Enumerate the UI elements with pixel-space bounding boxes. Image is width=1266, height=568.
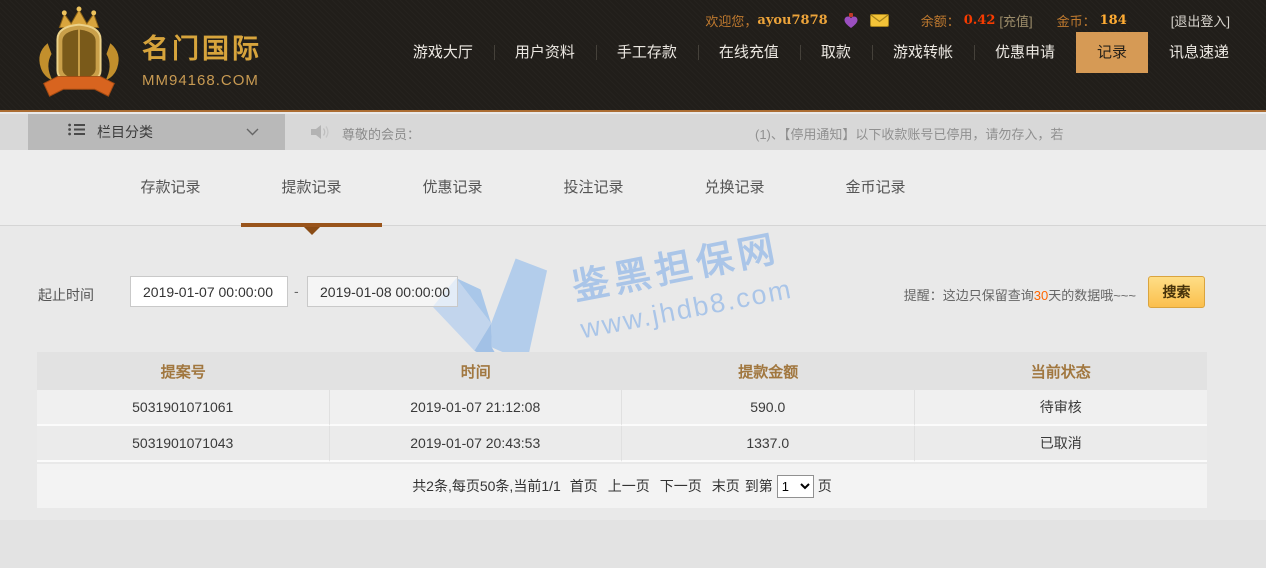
greeting-text: 尊敬的会员： <box>342 124 420 143</box>
table-cell: 待审核 <box>915 390 1208 426</box>
notice-bar: 栏目分类 尊敬的会员： (1)、【停用通知】以下收款账号已停用，请勿存入，若 <box>0 114 1266 150</box>
goto-prefix: 到第 <box>745 476 773 496</box>
date-range-label: 起止时间 <box>38 285 94 305</box>
recharge-link[interactable]: [充值] <box>999 11 1032 30</box>
nav-item-7[interactable]: 优惠申请 <box>974 32 1076 73</box>
pagination-summary: 共2条,每页50条,当前1/1 <box>412 476 561 496</box>
table-cell: 1337.0 <box>622 426 915 462</box>
user-info-bar: 欢迎您， ayou7878 余额： 0.42 [充值] 金币： 184 [退出登… <box>705 11 1230 30</box>
content-area: 鉴黑担保网 www.jhdb8.com 起止时间 - 提醒：这边只保留查询30天… <box>0 227 1266 568</box>
gold-value: 184 <box>1100 13 1127 28</box>
last-page-link[interactable]: 末页 <box>712 476 740 496</box>
prev-page-link[interactable]: 上一页 <box>608 476 650 496</box>
perfume-icon[interactable] <box>844 13 858 29</box>
table-header-row: 提案号时间提款金额当前状态 <box>37 352 1207 390</box>
reminder-prefix: 提醒：这边只保留查询 <box>904 288 1034 303</box>
next-page-link[interactable]: 下一页 <box>660 476 702 496</box>
footer-strip <box>0 520 1266 568</box>
tab-3[interactable]: 优惠记录 <box>382 150 523 226</box>
column-header: 时间 <box>330 352 623 390</box>
logo[interactable]: 名门国际 MM94168.COM <box>30 5 262 110</box>
reminder-days: 30 <box>1034 288 1048 303</box>
table-row: 50319010710612019-01-07 21:12:08590.0待审核 <box>37 390 1207 426</box>
nav-item-8[interactable]: 记录 <box>1076 32 1148 73</box>
tab-label: 投注记录 <box>563 179 623 196</box>
site-title: 名门国际 <box>142 27 262 66</box>
category-dropdown[interactable]: 栏目分类 <box>28 114 285 150</box>
tab-label: 优惠记录 <box>422 179 482 196</box>
date-separator: - <box>294 283 299 299</box>
table-cell: 2019-01-07 21:12:08 <box>330 390 623 426</box>
username: ayou7878 <box>757 13 827 28</box>
nav-item-1[interactable]: 游戏大厅 <box>392 32 494 73</box>
nav-item-3[interactable]: 手工存款 <box>596 32 698 73</box>
logout-link[interactable]: [退出登入] <box>1171 11 1230 30</box>
date-to-input[interactable] <box>307 276 458 307</box>
first-page-link[interactable]: 首页 <box>570 476 598 496</box>
table-row: 50319010710432019-01-07 20:43:531337.0已取… <box>37 426 1207 462</box>
table-cell: 已取消 <box>915 426 1208 462</box>
tab-4[interactable]: 投注记录 <box>523 150 664 226</box>
page: 名门国际 MM94168.COM 欢迎您， ayou7878 余额： <box>0 0 1266 568</box>
mail-icon[interactable] <box>870 14 889 27</box>
tab-2[interactable]: 提款记录 <box>241 150 382 226</box>
tab-5[interactable]: 兑换记录 <box>664 150 805 226</box>
logo-text: 名门国际 MM94168.COM <box>142 27 262 89</box>
page-select[interactable]: 1 <box>777 475 814 498</box>
table-cell: 5031901071061 <box>37 390 330 426</box>
nav-item-5[interactable]: 取款 <box>800 32 872 73</box>
list-icon <box>68 123 85 141</box>
balance-label: 余额： <box>921 11 960 30</box>
record-tabs: 存款记录 提款记录 优惠记录 投注记录 兑换记录 金币记录 <box>100 150 946 226</box>
nav-item-6[interactable]: 游戏转帐 <box>872 32 974 73</box>
site-domain: MM94168.COM <box>142 72 262 89</box>
tab-6[interactable]: 金币记录 <box>805 150 946 226</box>
withdraw-records-table: 提案号时间提款金额当前状态 50319010710612019-01-07 21… <box>37 352 1207 462</box>
welcome-label: 欢迎您， <box>705 11 757 30</box>
gold-label: 金币： <box>1057 11 1096 30</box>
balance-value: 0.42 <box>964 13 996 28</box>
filter-row: 起止时间 - 提醒：这边只保留查询30天的数据哦~~~ 搜索 <box>0 227 1266 287</box>
tab-label: 存款记录 <box>140 179 200 196</box>
column-header: 当前状态 <box>915 352 1208 390</box>
tab-label: 提款记录 <box>281 179 341 196</box>
goto-suffix: 页 <box>818 476 832 496</box>
table-cell: 590.0 <box>622 390 915 426</box>
tab-1[interactable]: 存款记录 <box>100 150 241 226</box>
table-cell: 2019-01-07 20:43:53 <box>330 426 623 462</box>
search-button[interactable]: 搜索 <box>1148 276 1205 308</box>
logo-crest-icon <box>30 5 128 110</box>
tab-label: 兑换记录 <box>704 179 764 196</box>
column-header: 提款金额 <box>622 352 915 390</box>
nav-item-9[interactable]: 讯息速递 <box>1148 32 1250 73</box>
record-tabs-bar: 存款记录 提款记录 优惠记录 投注记录 兑换记录 金币记录 <box>0 150 1266 226</box>
main-nav: 游戏大厅用户资料手工存款在线充值取款游戏转帐优惠申请记录讯息速递 <box>392 32 1250 73</box>
category-label: 栏目分类 <box>97 122 153 142</box>
site-header: 名门国际 MM94168.COM 欢迎您， ayou7878 余额： <box>0 0 1266 112</box>
nav-item-2[interactable]: 用户资料 <box>494 32 596 73</box>
nav-item-4[interactable]: 在线充值 <box>698 32 800 73</box>
tab-label: 金币记录 <box>845 179 905 196</box>
pagination: 共2条,每页50条,当前1/1 首页 上一页 下一页 末页 到第 1 页 <box>37 464 1207 508</box>
table-cell: 5031901071043 <box>37 426 330 462</box>
column-header: 提案号 <box>37 352 330 390</box>
notice-marquee[interactable]: (1)、【停用通知】以下收款账号已停用，请勿存入，若 <box>755 124 1063 143</box>
speaker-icon <box>310 124 332 145</box>
reminder-suffix: 天的数据哦~~~ <box>1048 288 1136 303</box>
date-from-input[interactable] <box>130 276 288 307</box>
reminder-text: 提醒：这边只保留查询30天的数据哦~~~ <box>904 285 1136 304</box>
chevron-down-icon <box>246 128 259 136</box>
